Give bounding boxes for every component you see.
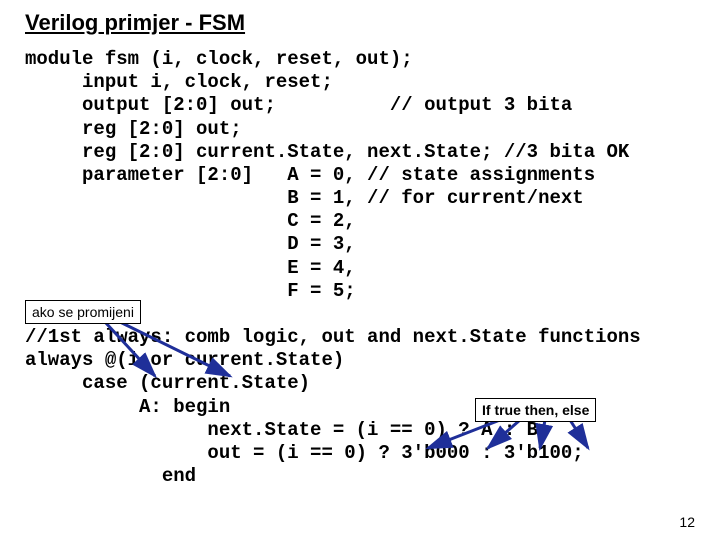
slide-title: Verilog primjer - FSM bbox=[25, 10, 245, 36]
callout-box-left: ako se promijeni bbox=[25, 300, 141, 324]
page-number: 12 bbox=[679, 514, 695, 530]
callout-box-right: If true then, else bbox=[475, 398, 596, 422]
code-block: module fsm (i, clock, reset, out); input… bbox=[25, 48, 641, 488]
